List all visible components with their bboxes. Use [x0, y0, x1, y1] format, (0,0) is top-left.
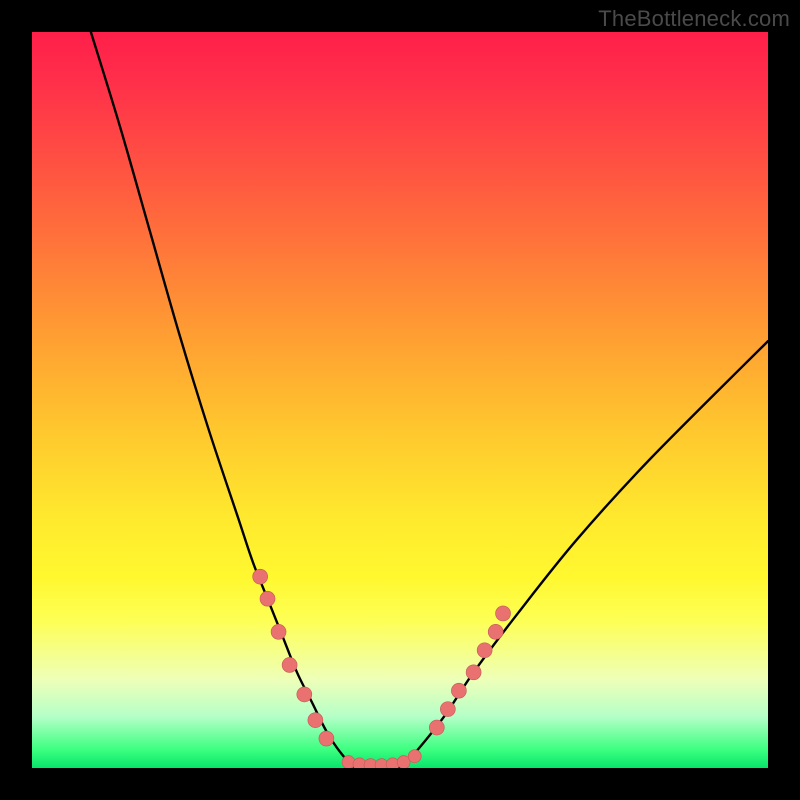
- bottleneck-curve: [32, 32, 768, 768]
- data-point: [440, 702, 455, 717]
- outer-frame: TheBottleneck.com: [0, 0, 800, 800]
- data-point: [408, 750, 421, 763]
- data-point: [297, 687, 312, 702]
- data-point: [496, 606, 511, 621]
- data-point: [260, 591, 275, 606]
- data-point: [319, 731, 334, 746]
- watermark-text: TheBottleneck.com: [598, 6, 790, 32]
- data-point: [429, 720, 444, 735]
- data-point: [308, 713, 323, 728]
- data-point: [477, 643, 492, 658]
- data-point: [253, 569, 268, 584]
- dots-group: [253, 569, 511, 768]
- data-point: [282, 657, 297, 672]
- curve-path-group: [91, 32, 768, 768]
- data-point: [271, 624, 286, 639]
- data-point: [466, 665, 481, 680]
- data-point: [451, 683, 466, 698]
- plot-area: [32, 32, 768, 768]
- data-point: [488, 624, 503, 639]
- curve-path: [91, 32, 768, 768]
